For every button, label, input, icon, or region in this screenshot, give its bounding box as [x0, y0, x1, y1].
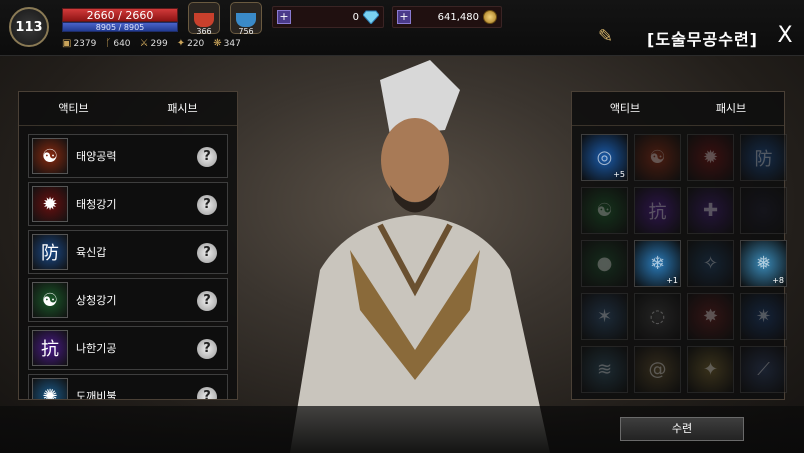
mp-bar: 8905 / 8905	[62, 22, 178, 32]
tab-active[interactable]: 액티브	[19, 92, 128, 125]
gem-amount: 0	[352, 11, 359, 23]
purple-glyph-icon[interactable]: 抗	[634, 187, 681, 234]
skill-name: 나한기공	[76, 342, 117, 355]
red-explosion-icon[interactable]: ✸	[687, 293, 734, 340]
stat-speed: ❋ 347	[213, 38, 241, 49]
skill-row[interactable]: ✺ 도깨비불?	[28, 374, 228, 400]
blue-flame-icon: ✺	[32, 378, 68, 399]
yin-yang-fire-icon: ☯	[32, 138, 68, 174]
add-gems-button[interactable]: +	[277, 10, 291, 24]
gold-amount: 641,480	[437, 11, 479, 23]
skill-name: 상청강기	[76, 294, 117, 307]
ice-crystal-icon[interactable]: ✶	[581, 293, 628, 340]
skill-grid-panel: 액티브 패시브 ◎ +5 ☯ ✹ 防 ☯ 抗 ✚ ● ❄ +1 ✧ ❅ +8 ✶ ◌ ✸ ✷ ≋ @ ✦ ⟋	[571, 91, 787, 401]
purple-glyph-icon: 抗	[32, 330, 68, 366]
shield-glyph-icon: 防	[32, 234, 68, 270]
mp-potion-icon	[236, 13, 256, 27]
sage-character-illustration	[290, 60, 550, 453]
skill-grid-tabs: 액티브 패시브	[572, 92, 784, 126]
vortex-icon[interactable]: @	[634, 346, 681, 393]
skill-level-label: +8	[772, 276, 784, 285]
player-level-badge: 113	[9, 7, 49, 47]
skill-grid: ◎ +5 ☯ ✹ 防 ☯ 抗 ✚ ● ❄ +1 ✧ ❅ +8 ✶ ◌ ✸ ✷ ≋ @ ✦ ⟋	[572, 126, 787, 401]
help-icon[interactable]: ?	[197, 195, 217, 215]
grid-tab-passive[interactable]: 패시브	[678, 92, 784, 125]
skill-row[interactable]: ☯ 태양공력?	[28, 134, 228, 178]
tab-passive[interactable]: 패시브	[128, 92, 237, 125]
hp-potion-slot[interactable]: 366	[188, 2, 220, 36]
ice-shards-icon[interactable]: ❅ +8	[740, 240, 787, 287]
skill-row[interactable]: ✹ 태청강기?	[28, 182, 228, 226]
yin-yang-fire-icon[interactable]: ☯	[634, 134, 681, 181]
gem-currency: + 0	[272, 6, 384, 28]
skill-level-label: +1	[666, 276, 678, 285]
skill-level-label: +5	[613, 170, 625, 179]
stat-defense: ᚴ 640	[105, 38, 131, 49]
hp-bar: 2660 / 2660	[62, 8, 178, 22]
stats-row: ▣ 2379 ᚴ 640 ⚔ 299 ✦ 220 ❋ 347	[62, 38, 241, 49]
shield-glyph-icon[interactable]: 防	[740, 134, 787, 181]
train-button[interactable]: 수련	[620, 417, 744, 441]
blank-icon[interactable]	[740, 187, 787, 234]
ice-lotus-icon[interactable]: ❄ +1	[634, 240, 681, 287]
feather-brush-icon: ✎	[598, 26, 614, 47]
blue-slash-icon[interactable]: ⟋	[740, 346, 787, 393]
help-icon[interactable]: ?	[197, 291, 217, 311]
stat-accuracy: ⚔ 299	[139, 38, 168, 49]
help-icon[interactable]: ?	[197, 243, 217, 263]
skill-list: ☯ 태양공력? ✹ 태청강기? 防 육신갑? ☯ 상청강기? 抗 나한기공? ✺ 도깨비불?	[19, 126, 237, 400]
golden-strike-icon[interactable]: ✦	[687, 346, 734, 393]
skill-name: 도깨비불	[76, 390, 117, 400]
mp-potion-slot[interactable]: 756	[230, 2, 262, 36]
skill-row[interactable]: 抗 나한기공?	[28, 326, 228, 370]
diamond-icon	[363, 10, 379, 24]
skill-name: 태청강기	[76, 198, 117, 211]
help-icon[interactable]: ?	[197, 147, 217, 167]
defense-icon: ᚴ	[105, 38, 112, 49]
page-title: [도술무공수련]	[647, 30, 758, 49]
stat-evasion: ✦ 220	[176, 38, 205, 49]
help-icon[interactable]: ?	[197, 339, 217, 359]
close-button[interactable]: X	[774, 25, 796, 48]
green-orb-icon[interactable]: ●	[581, 240, 628, 287]
add-gold-button[interactable]: +	[397, 10, 411, 24]
stat-attack: ▣ 2379	[62, 38, 97, 49]
red-seal-icon: ✹	[32, 186, 68, 222]
wind-slash-icon[interactable]: ≋	[581, 346, 628, 393]
skill-list-panel: 액티브 패시브 ☯ 태양공력? ✹ 태청강기? 防 육신갑? ☯ 상청강기? 抗 나한기공? ✺ 도깨…	[18, 91, 238, 400]
speed-icon: ❋	[213, 38, 222, 49]
blue-swirl-icon[interactable]: ✧	[687, 240, 734, 287]
water-orb-icon[interactable]: ◎ +5	[581, 134, 628, 181]
gold-currency: + 641,480	[392, 6, 502, 28]
coin-icon	[483, 10, 497, 24]
accuracy-icon: ⚔	[139, 38, 149, 49]
skill-row[interactable]: 防 육신갑?	[28, 230, 228, 274]
green-yin-yang-icon[interactable]: ☯	[581, 187, 628, 234]
grid-tab-active[interactable]: 액티브	[572, 92, 678, 125]
skill-name: 태양공력	[76, 150, 117, 163]
purple-cross-icon[interactable]: ✚	[687, 187, 734, 234]
skill-row[interactable]: ☯ 상청강기?	[28, 278, 228, 322]
grey-swirl-icon[interactable]: ◌	[634, 293, 681, 340]
blue-burst-icon[interactable]: ✷	[740, 293, 787, 340]
skill-list-tabs: 액티브 패시브	[19, 92, 237, 126]
green-yin-yang-icon: ☯	[32, 282, 68, 318]
top-bar: 113 2660 / 2660 8905 / 8905 ▣ 2379 ᚴ 640 ⚔…	[0, 0, 804, 56]
attack-icon: ▣	[62, 38, 72, 49]
evasion-icon: ✦	[176, 38, 186, 49]
hp-potion-icon	[194, 13, 214, 27]
red-seal-icon[interactable]: ✹	[687, 134, 734, 181]
skill-name: 육신갑	[76, 246, 107, 259]
help-icon[interactable]: ?	[197, 387, 217, 399]
